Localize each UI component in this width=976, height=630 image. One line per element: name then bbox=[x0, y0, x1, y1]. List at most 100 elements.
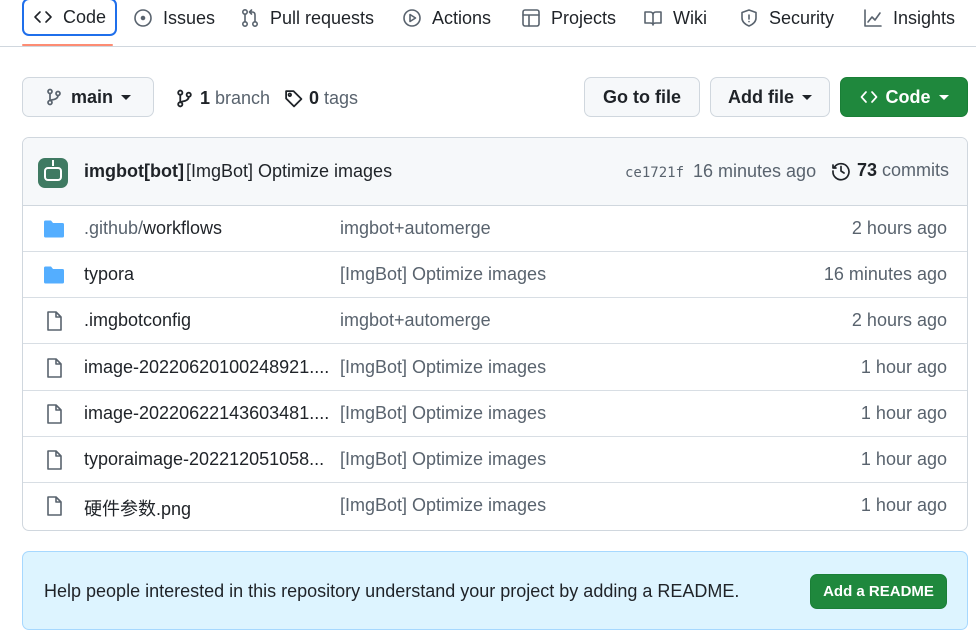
readme-prompt-text: Help people interested in this repositor… bbox=[44, 581, 740, 601]
file-name-text: typora bbox=[84, 264, 135, 284]
file-name[interactable]: .imgbotconfig bbox=[84, 310, 191, 331]
file-name[interactable]: 硬件参数.png bbox=[84, 495, 191, 521]
branch-selector[interactable]: main bbox=[22, 77, 154, 117]
tab-label: Security bbox=[769, 7, 835, 28]
bot-antenna bbox=[52, 160, 54, 166]
branch-label: branch bbox=[215, 87, 271, 108]
file-name[interactable]: typoraimage-202212051058... bbox=[84, 449, 324, 470]
readme-prompt: Help people interested in this repositor… bbox=[22, 551, 968, 630]
code-button[interactable]: Code bbox=[840, 77, 968, 117]
file-icon bbox=[47, 450, 62, 470]
file-name[interactable]: .github/workflows bbox=[84, 218, 222, 239]
file-icon-wrap bbox=[43, 450, 65, 470]
file-row[interactable]: image-20220620100248921.... [ImgBot] Opti… bbox=[23, 345, 967, 391]
file-icon-wrap bbox=[43, 358, 65, 378]
go-to-file-button[interactable]: Go to file bbox=[584, 77, 700, 117]
tab-label: Insights bbox=[893, 7, 956, 28]
latest-commit-bar: imgbot[bot] [ImgBot] Optimize images ce1… bbox=[23, 138, 967, 206]
tab-insights[interactable]: Insights bbox=[863, 0, 955, 36]
file-name-text: image-20220622143603481.... bbox=[84, 403, 330, 423]
file-name-text: .imgbotconfig bbox=[84, 310, 192, 330]
go-to-file-label: Go to file bbox=[603, 86, 681, 107]
file-icon-wrap bbox=[43, 496, 65, 516]
git-branch-icon bbox=[47, 88, 61, 106]
file-age: 1 hour ago bbox=[860, 495, 947, 515]
tab-projects[interactable]: Projects bbox=[521, 0, 616, 36]
bot-face-icon bbox=[44, 167, 62, 181]
file-name-text: 硬件参数.png bbox=[84, 499, 192, 519]
file-icon-wrap bbox=[43, 404, 65, 424]
commit-author[interactable]: imgbot[bot] bbox=[84, 161, 184, 182]
avatar[interactable] bbox=[38, 158, 68, 188]
file-icon-wrap bbox=[43, 311, 65, 331]
branches-link[interactable]: 1 branch bbox=[175, 86, 270, 110]
file-browser: imgbot[bot] [ImgBot] Optimize images ce1… bbox=[22, 137, 968, 531]
file-row[interactable]: 硬件参数.png [ImgBot] Optimize images 1 hour a… bbox=[23, 483, 967, 529]
file-name-prefix: .github/ bbox=[84, 218, 144, 238]
commit-count-label: commits bbox=[882, 160, 950, 180]
commit-sha[interactable]: ce1721f bbox=[625, 165, 684, 181]
file-commit-message[interactable]: [ImgBot] Optimize images bbox=[340, 495, 546, 516]
file-commit-message[interactable]: imgbot+automerge bbox=[340, 218, 491, 239]
commit-count: 73 bbox=[857, 160, 878, 180]
file-commit-message[interactable]: [ImgBot] Optimize images bbox=[340, 449, 546, 470]
file-icon bbox=[47, 311, 62, 331]
history-icon bbox=[832, 162, 850, 181]
file-row[interactable]: .imgbotconfig imgbot+automerge 2 hours ago bbox=[23, 298, 967, 344]
file-commit-message[interactable]: [ImgBot] Optimize images bbox=[340, 403, 546, 424]
file-age: 2 hours ago bbox=[851, 310, 947, 330]
code-button-label: Code bbox=[885, 86, 931, 107]
code-icon bbox=[34, 11, 52, 23]
tab-label: Actions bbox=[432, 7, 492, 28]
tab-issues[interactable]: Issues bbox=[133, 0, 215, 36]
file-age: 1 hour ago bbox=[860, 449, 947, 469]
tab-pull-requests[interactable]: Pull requests bbox=[240, 0, 374, 36]
file-row[interactable]: .github/workflows imgbot+automerge 2 hours… bbox=[23, 206, 967, 252]
code-icon bbox=[860, 91, 877, 103]
file-icon bbox=[47, 496, 62, 516]
branch-name: main bbox=[70, 86, 113, 107]
tab-wiki[interactable]: Wiki bbox=[643, 0, 707, 36]
file-name[interactable]: typora bbox=[84, 264, 134, 285]
tab-label: Wiki bbox=[673, 7, 707, 28]
tab-security[interactable]: Security bbox=[739, 0, 834, 36]
file-age: 16 minutes ago bbox=[823, 264, 947, 284]
folder-icon-wrap bbox=[43, 219, 65, 239]
folder-icon-wrap bbox=[43, 265, 65, 285]
file-name[interactable]: image-20220620100248921.... bbox=[84, 357, 329, 378]
tags-link[interactable]: 0 tags bbox=[284, 86, 358, 110]
file-age: 1 hour ago bbox=[860, 357, 947, 377]
file-row[interactable]: typoraimage-202212051058... [ImgBot] Opti… bbox=[23, 437, 967, 483]
file-commit-message[interactable]: [ImgBot] Optimize images bbox=[340, 264, 546, 285]
tab-label: Issues bbox=[163, 7, 216, 28]
pull-request-icon bbox=[241, 8, 259, 28]
tab-label: Projects bbox=[551, 7, 617, 28]
file-age: 1 hour ago bbox=[860, 403, 947, 423]
commits-link[interactable]: 73 commits bbox=[831, 160, 949, 181]
file-icon bbox=[47, 358, 62, 378]
commit-message[interactable]: [ImgBot] Optimize images bbox=[186, 161, 392, 182]
file-icon bbox=[47, 404, 62, 424]
file-row[interactable]: typora [ImgBot] Optimize images 16 minutes… bbox=[23, 252, 967, 298]
file-name[interactable]: image-20220622143603481.... bbox=[84, 403, 329, 424]
tag-count: 0 bbox=[309, 87, 320, 108]
file-commit-message[interactable]: [ImgBot] Optimize images bbox=[340, 357, 546, 378]
file-commit-message[interactable]: imgbot+automerge bbox=[340, 310, 491, 331]
tab-actions[interactable]: Actions bbox=[402, 0, 491, 36]
add-file-label: Add file bbox=[728, 86, 794, 107]
tab-code[interactable]: Code bbox=[22, 0, 118, 36]
add-readme-button[interactable]: Add a README bbox=[810, 574, 947, 609]
tab-label: Pull requests bbox=[270, 7, 375, 28]
folder-icon bbox=[44, 266, 64, 284]
add-file-button[interactable]: Add file bbox=[710, 77, 830, 117]
tag-icon bbox=[285, 89, 303, 107]
book-icon bbox=[644, 11, 662, 26]
commit-age: 16 minutes ago bbox=[693, 161, 817, 181]
table-icon bbox=[522, 9, 540, 27]
branch-count: 1 bbox=[200, 87, 211, 108]
selected-tab-underline bbox=[22, 44, 113, 46]
caret-down-icon bbox=[121, 94, 131, 100]
play-icon bbox=[403, 9, 421, 27]
file-row[interactable]: image-20220622143603481.... [ImgBot] Opti… bbox=[23, 391, 967, 437]
issue-icon bbox=[134, 9, 152, 27]
